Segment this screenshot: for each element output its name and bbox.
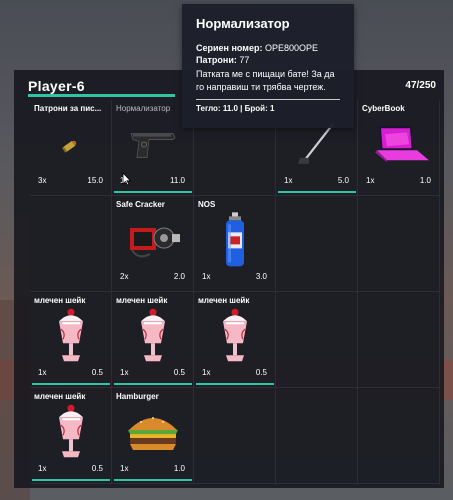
item-tooltip: Нормализатор Сериен номер: OPE800OPE Пат… (182, 4, 354, 128)
slot-weight: 15.0 (87, 176, 103, 185)
slot-weight: 0.5 (91, 464, 103, 473)
ammo-icon (58, 135, 84, 162)
weight-bar (28, 94, 176, 97)
inventory-slot[interactable] (276, 292, 358, 388)
slot-count: 3x (38, 176, 47, 185)
inventory-slot[interactable]: Патрони за пис... 3x 15.0 (30, 100, 112, 196)
milkshake-icon (136, 306, 170, 371)
durability-bar (32, 383, 110, 385)
tooltip-description: Патката ме с пищаци бате! За да го напра… (196, 69, 335, 92)
tooltip-title: Нормализатор (196, 16, 290, 31)
slot-label: Патрони за пис... (34, 104, 102, 113)
inventory-slot[interactable] (358, 196, 440, 292)
slot-label: Safe Cracker (116, 200, 165, 209)
tooltip-ammo: Патрони: 77 (196, 54, 340, 66)
tooltip-footer: Тегло: 11.0 | Брой: 1 (196, 104, 275, 113)
slot-weight: 5.0 (337, 176, 349, 185)
slot-count: 1x (284, 176, 293, 185)
slot-label: млечен шейк (116, 296, 168, 305)
hamburger-icon (125, 410, 181, 459)
slot-label: млечен шейк (198, 296, 250, 305)
durability-bar (278, 191, 356, 193)
tooltip-serial-value: OPE800OPE (264, 43, 318, 53)
inventory-slot[interactable]: Hamburger 1x 1.0 (112, 388, 194, 484)
slot-count: 2x (120, 272, 129, 281)
inventory-slot[interactable] (30, 196, 112, 292)
slot-count: 1x (120, 464, 129, 473)
slot-label: CyberBook (362, 104, 405, 113)
inventory-slot[interactable] (358, 292, 440, 388)
tooltip-ammo-value: 77 (239, 55, 250, 65)
inventory-slot[interactable] (358, 388, 440, 484)
milkshake-icon (54, 306, 88, 371)
inventory-slot[interactable] (276, 388, 358, 484)
tooltip-ammo-label: Патрони: (196, 55, 237, 65)
slot-weight: 2.0 (173, 272, 185, 281)
slot-weight: 1.0 (173, 464, 185, 473)
tooltip-separator (196, 99, 340, 100)
player-name: Player-6 (28, 78, 85, 94)
slot-label: Нормализатор (116, 104, 171, 113)
inventory-grid: Патрони за пис... 3x 15.0 Нормализатор 1x 11.… (30, 100, 440, 484)
inventory-slot[interactable]: млечен шейк 1x 0.5 (194, 292, 276, 388)
durability-bar (114, 191, 192, 193)
slot-count: 1x (366, 176, 375, 185)
durability-bar (114, 383, 192, 385)
pistol-icon (127, 128, 179, 167)
slot-weight: 0.5 (91, 368, 103, 377)
slot-count: 1x (38, 368, 47, 377)
milkshake-icon (54, 402, 88, 467)
inventory-slot[interactable]: млечен шейк 1x 0.5 (30, 388, 112, 484)
inventory-slot[interactable]: NOS 1x 3.0 (194, 196, 276, 292)
durability-bar (32, 479, 110, 481)
durability-bar (114, 479, 192, 481)
nos-icon (221, 211, 249, 274)
safe-cracker-icon (124, 218, 182, 267)
slot-weight: 0.5 (255, 368, 267, 377)
golf-club-icon (295, 120, 339, 173)
slot-count: 1x (202, 272, 211, 281)
slot-label: NOS (198, 200, 216, 209)
slot-label: млечен шейк (34, 392, 86, 401)
mouse-cursor-icon (122, 172, 132, 186)
inventory-slot[interactable]: млечен шейк 1x 0.5 (112, 292, 194, 388)
slot-label: млечен шейк (34, 296, 86, 305)
laptop-icon (367, 125, 431, 170)
slot-count: 1x (202, 368, 211, 377)
milkshake-icon (218, 306, 252, 371)
inventory-slot[interactable] (194, 388, 276, 484)
slot-weight: 0.5 (173, 368, 185, 377)
inventory-slot[interactable]: млечен шейк 1x 0.5 (30, 292, 112, 388)
tooltip-serial-label: Сериен номер: (196, 43, 263, 53)
inventory-slot[interactable] (276, 196, 358, 292)
slot-weight: 11.0 (170, 176, 185, 185)
weight-counter: 47/250 (405, 80, 436, 91)
slot-weight: 3.0 (255, 272, 267, 281)
tooltip-serial: Сериен номер: OPE800OPE (196, 42, 340, 54)
slot-count: 1x (38, 464, 47, 473)
slot-label: Hamburger (116, 392, 159, 401)
slot-count: 1x (120, 368, 129, 377)
inventory-panel: Player-6 47/250 Патрони за пис... 3x 15.0 Н… (14, 70, 444, 488)
slot-weight: 1.0 (419, 176, 431, 185)
inventory-slot[interactable]: Safe Cracker 2x 2.0 (112, 196, 194, 292)
inventory-slot[interactable]: CyberBook 1x 1.0 (358, 100, 440, 196)
durability-bar (196, 383, 274, 385)
